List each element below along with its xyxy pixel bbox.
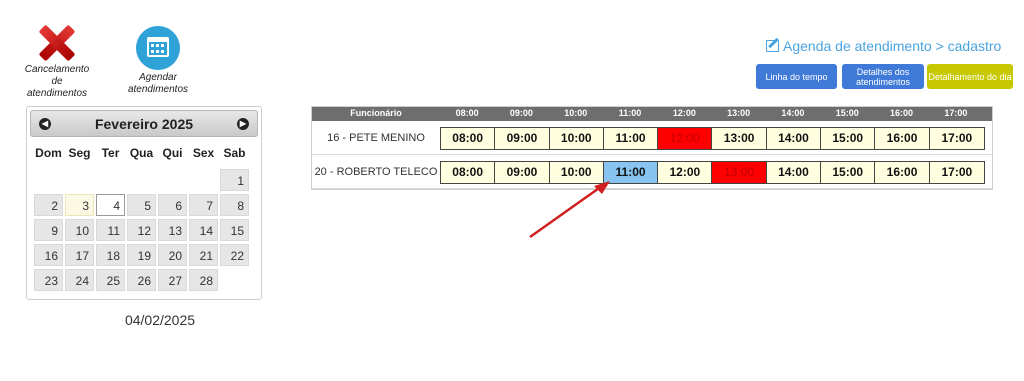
calendar-day[interactable]: 4 [96,194,125,216]
calendar-day[interactable]: 6 [158,194,187,216]
day-of-week-label: Sab [223,146,246,160]
calendar-day[interactable]: 19 [127,244,156,266]
appointment-details-button[interactable]: Detalhes dos atendimentos [842,64,924,89]
calendar-day[interactable]: 1 [220,169,249,191]
hour-column-header: 17:00 [944,108,968,118]
calendar-empty-cell [189,169,218,191]
schedule-header: Funcionário 08:00 09:00 10:00 11:00 12:00 13:0… [312,107,992,121]
prev-month-icon[interactable]: ◀ [39,118,51,130]
calendar-day[interactable]: 9 [34,219,63,241]
time-slot[interactable]: 14:00 [766,162,822,183]
calendar-header: ◀ Fevereiro 2025 ▶ [30,110,258,137]
calendar-empty-cell [34,169,63,191]
calendar-day[interactable]: 10 [65,219,94,241]
time-slot[interactable]: 13:00 [712,128,767,149]
calendar-day[interactable]: 25 [96,269,125,291]
time-slot[interactable]: 16:00 [875,162,930,183]
hour-column-header: 11:00 [618,108,642,118]
calendar-day[interactable]: 21 [189,244,218,266]
time-slot[interactable]: 14:00 [766,128,822,149]
time-slot[interactable]: 12:00 [658,162,713,183]
calendar-icon [118,26,198,70]
calendar-day[interactable]: 28 [189,269,218,291]
time-slot[interactable]: 17:00 [929,128,984,149]
time-slot[interactable]: 08:00 [441,162,496,183]
employee-name: 20 - ROBERTO TELECO [314,166,438,178]
schedule-appointments-label: Agendar atendimentos [127,72,189,95]
time-slot[interactable]: 17:00 [929,162,984,183]
calendar-day[interactable]: 5 [127,194,156,216]
day-details-button[interactable]: Detalhamento do dia [927,64,1013,89]
cancel-appointments-label: Cancelamento de atendimentos [24,64,90,99]
timeline-button[interactable]: Linha do tempo [756,64,837,89]
calendar-day[interactable]: 8 [220,194,249,216]
schedule-appointments-action[interactable]: Agendar atendimentos [118,26,198,96]
day-of-week-label: Dom [35,146,62,160]
schedule-row: 16 - PETE MENINO 08:00 09:00 10:00 11:00 12:0… [312,121,992,155]
calendar-day[interactable]: 17 [65,244,94,266]
calendar-day[interactable]: 22 [220,244,249,266]
date-picker-calendar: ◀ Fevereiro 2025 ▶ Dom Seg Ter Qua Qui Sex Sab… [26,106,262,300]
hour-column-header: 15:00 [835,108,859,118]
calendar-day[interactable]: 18 [96,244,125,266]
calendar-day[interactable]: 13 [158,219,187,241]
time-slot[interactable]: 10:00 [549,128,604,149]
time-slot[interactable]: 15:00 [821,128,876,149]
calendar-empty-cell [65,169,94,191]
calendar-day[interactable]: 26 [127,269,156,291]
time-slot[interactable]: 15:00 [821,162,876,183]
time-slot[interactable]: 08:00 [441,128,496,149]
calendar-day[interactable]: 20 [158,244,187,266]
day-of-week-label: Qui [162,146,183,160]
hour-column-header: 14:00 [781,108,805,118]
calendar-day[interactable]: 27 [158,269,187,291]
calendar-day[interactable]: 2 [34,194,63,216]
day-of-week-label: Ter [101,146,120,160]
time-slot[interactable]: 16:00 [875,128,930,149]
hour-column-header: 13:00 [727,108,751,118]
cancel-x-icon [18,24,96,62]
day-of-week-label: Qua [129,146,154,160]
day-of-week-label: Seg [68,146,91,160]
calendar-day[interactable]: 12 [127,219,156,241]
calendar-day[interactable]: 16 [34,244,63,266]
calendar-month-label: Fevereiro 2025 [94,116,194,132]
calendar-day[interactable]: 24 [65,269,94,291]
day-of-week-label: Sex [192,146,215,160]
calendar-day[interactable]: 11 [96,219,125,241]
hour-column-header: 08:00 [455,108,479,118]
next-month-icon[interactable]: ▶ [237,118,249,130]
time-slot[interactable]: 12:00 [658,128,713,149]
schedule-table: Funcionário 08:00 09:00 10:00 11:00 12:00 13:0… [311,106,993,190]
employee-column-header: Funcionário [350,108,402,118]
calendar-days-grid: 1 2 3 4 5 6 7 8 9 10 11 12 13 14 15 16 17 18 19 20 21 22 23 24 2… [34,169,258,291]
days-of-week-row: Dom Seg Ter Qua Qui Sex Sab [34,143,258,163]
calendar-empty-cell [127,169,156,191]
time-slot[interactable]: 09:00 [495,128,550,149]
cancel-appointments-action[interactable]: Cancelamento de atendimentos [18,24,96,100]
calendar-empty-cell [158,169,187,191]
annotation-arrow [529,181,610,239]
calendar-day[interactable]: 23 [34,269,63,291]
time-slot[interactable]: 13:00 [712,162,767,183]
hour-column-header: 09:00 [509,108,533,118]
calendar-day[interactable]: 7 [189,194,218,216]
calendar-day[interactable]: 3 [65,194,94,216]
employee-name: 16 - PETE MENINO [327,132,425,144]
selected-date: 04/02/2025 [124,312,196,328]
schedule-row: 20 - ROBERTO TELECO 08:00 09:00 10:00 11:00 1… [312,155,992,189]
hour-column-header: 16:00 [890,108,914,118]
calendar-day[interactable]: 15 [220,219,249,241]
page-title-text: Agenda de atendimento > cadastro [783,38,1002,54]
time-slot[interactable]: 11:00 [603,128,659,149]
calendar-empty-cell [96,169,125,191]
calendar-empty-cell [220,269,249,291]
edit-icon [766,40,779,52]
calendar-day[interactable]: 14 [189,219,218,241]
hour-column-header: 10:00 [564,108,588,118]
page-title: Agenda de atendimento > cadastro [766,38,1001,54]
hour-column-header: 12:00 [672,108,696,118]
